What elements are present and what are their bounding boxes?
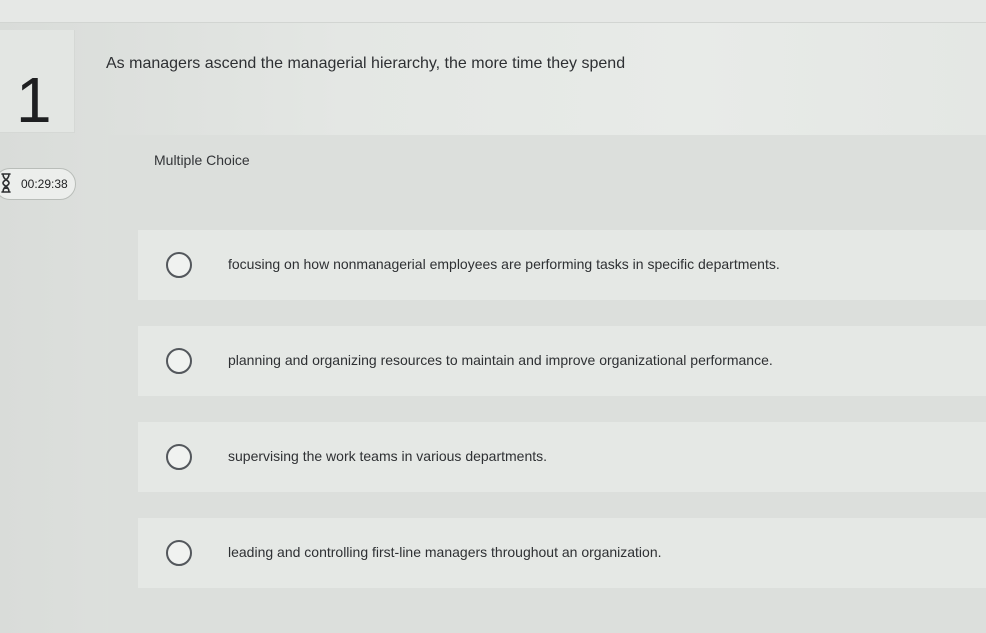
question-number: 1 bbox=[16, 64, 52, 136]
question-type-label: Multiple Choice bbox=[154, 152, 250, 168]
hourglass-icon bbox=[1, 173, 11, 193]
radio-button-2[interactable] bbox=[166, 348, 192, 374]
question-text: As managers ascend the managerial hierar… bbox=[106, 55, 626, 72]
radio-button-4[interactable] bbox=[166, 540, 192, 566]
choice-label-3: supervising the work teams in various de… bbox=[228, 448, 548, 464]
radio-button-1[interactable] bbox=[166, 252, 192, 278]
top-strip bbox=[0, 0, 986, 23]
choice-option-4[interactable]: leading and controlling first-line manag… bbox=[138, 518, 986, 588]
timer-value: 00:29:38 bbox=[21, 177, 68, 191]
choice-option-2[interactable]: planning and organizing resources to mai… bbox=[138, 326, 986, 396]
question-number-box: 1 bbox=[0, 30, 75, 133]
choice-label-4: leading and controlling first-line manag… bbox=[228, 544, 662, 560]
choice-label-2: planning and organizing resources to mai… bbox=[228, 352, 773, 368]
radio-button-3[interactable] bbox=[166, 444, 192, 470]
timer[interactable]: 00:29:38 bbox=[0, 168, 76, 200]
choice-option-3[interactable]: supervising the work teams in various de… bbox=[138, 422, 986, 492]
choice-label-1: focusing on how nonmanagerial employees … bbox=[228, 256, 780, 272]
choice-option-1[interactable]: focusing on how nonmanagerial employees … bbox=[138, 230, 986, 300]
